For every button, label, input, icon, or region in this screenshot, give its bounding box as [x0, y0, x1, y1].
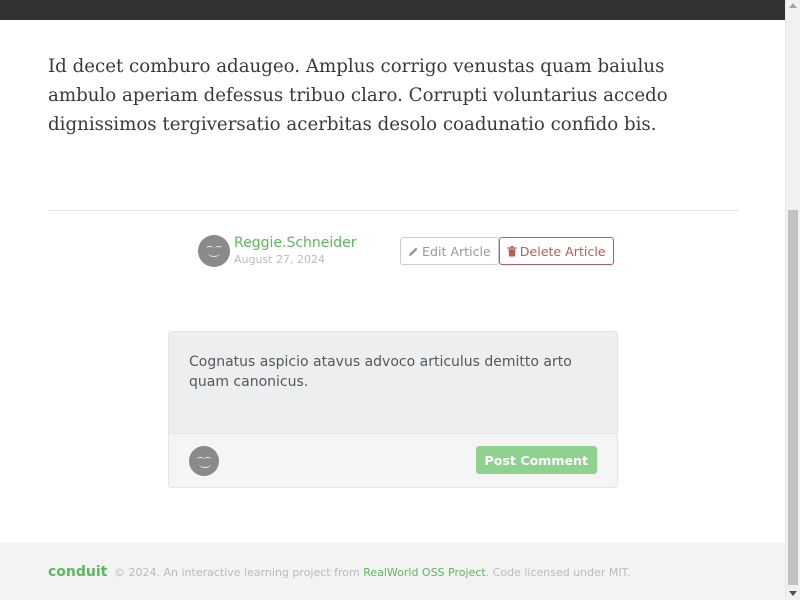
author-name-link[interactable]: Reggie.Schneider	[234, 235, 376, 252]
comment-form: Cognatus aspicio atavus advoco articulus…	[168, 331, 618, 488]
delete-article-label: Delete Article	[519, 243, 606, 259]
trash-icon	[507, 245, 517, 257]
article-body: Id decet comburo adaugeo. Amplus corrigo…	[48, 56, 668, 135]
author-info: Reggie.Schneider August 27, 2024	[234, 235, 376, 267]
edit-article-label: Edit Article	[422, 243, 491, 259]
realworld-link[interactable]: RealWorld OSS Project	[363, 566, 486, 579]
user-avatar	[189, 446, 219, 476]
footer-logo[interactable]: conduit	[48, 564, 107, 580]
footer-prefix: © 2024. An interactive learning project …	[114, 566, 364, 579]
footer-attribution: © 2024. An interactive learning project …	[114, 566, 631, 579]
pencil-icon	[408, 246, 419, 257]
article-date: August 27, 2024	[234, 253, 325, 266]
post-comment-button[interactable]: Post Comment	[475, 446, 597, 474]
comment-textarea[interactable]: Cognatus aspicio atavus advoco articulus…	[169, 332, 617, 433]
scrollbar-thumb[interactable]	[788, 210, 798, 585]
footer-suffix: . Code licensed under MIT.	[485, 566, 631, 579]
page-footer: conduit © 2024. An interactive learning …	[0, 542, 785, 600]
scroll-down-arrow[interactable]	[789, 591, 797, 596]
scroll-up-arrow[interactable]	[789, 3, 797, 8]
comment-form-footer: Post Comment	[169, 433, 617, 487]
article-meta: Reggie.Schneider August 27, 2024 Edit Ar…	[198, 234, 614, 268]
top-navbar	[0, 0, 785, 20]
vertical-scrollbar[interactable]	[785, 0, 800, 600]
divider	[48, 210, 738, 211]
delete-article-button[interactable]: Delete Article	[498, 237, 614, 265]
edit-article-button[interactable]: Edit Article	[400, 237, 499, 265]
author-avatar[interactable]	[198, 235, 230, 267]
